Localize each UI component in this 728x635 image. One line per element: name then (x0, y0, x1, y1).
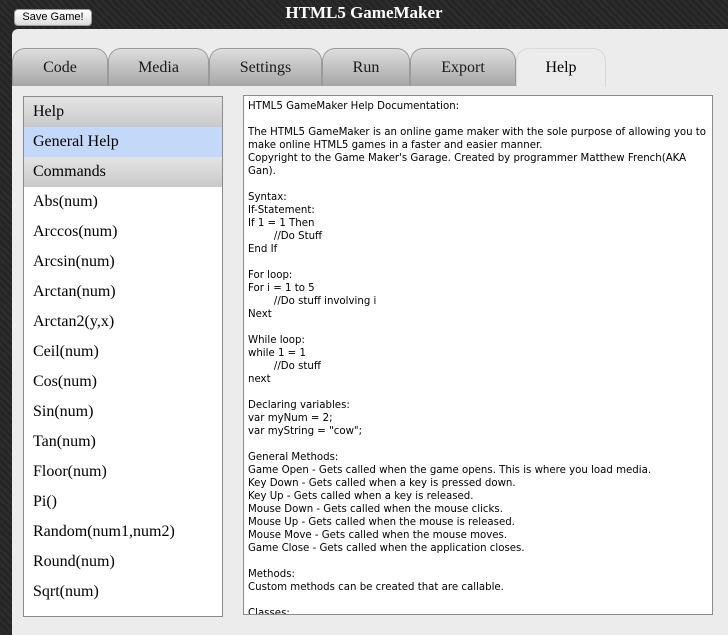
help-documentation-panel[interactable]: HTML5 GameMaker Help Documentation: The … (243, 95, 713, 615)
tab-export[interactable]: Export (410, 48, 516, 86)
sidebar-item-floor[interactable]: Floor(num) (24, 457, 222, 487)
sidebar-item-arcsin[interactable]: Arcsin(num) (24, 247, 222, 277)
tab-run[interactable]: Run (322, 48, 410, 86)
sidebar-header-commands: Commands (24, 157, 222, 187)
help-documentation-text: HTML5 GameMaker Help Documentation: The … (248, 101, 707, 615)
sidebar-item-arccos[interactable]: Arccos(num) (24, 217, 222, 247)
sidebar-item-cos[interactable]: Cos(num) (24, 367, 222, 397)
tab-code[interactable]: Code (12, 48, 108, 86)
help-topics-list: Help General Help Commands Abs(num) Arcc… (23, 96, 223, 617)
sidebar-item-abs[interactable]: Abs(num) (24, 187, 222, 217)
sidebar-header-help: Help (24, 97, 222, 127)
sidebar-item-sin[interactable]: Sin(num) (24, 397, 222, 427)
sidebar-item-round[interactable]: Round(num) (24, 547, 222, 577)
sidebar-item-tan[interactable]: Tan(num) (24, 427, 222, 457)
app-title: HTML5 GameMaker (285, 3, 443, 22)
tab-settings[interactable]: Settings (209, 48, 322, 86)
sidebar-item-arctan[interactable]: Arctan(num) (24, 277, 222, 307)
sidebar-item-pi[interactable]: Pi() (24, 487, 222, 517)
sidebar-item-general-help[interactable]: General Help (24, 127, 222, 157)
tab-help[interactable]: Help (516, 48, 606, 87)
sidebar-item-ceil[interactable]: Ceil(num) (24, 337, 222, 367)
sidebar-item-arctan2[interactable]: Arctan2(y,x) (24, 307, 222, 337)
sidebar-item-sqrt[interactable]: Sqrt(num) (24, 577, 222, 607)
sidebar-item-random[interactable]: Random(num1,num2) (24, 517, 222, 547)
tab-media[interactable]: Media (108, 48, 209, 86)
